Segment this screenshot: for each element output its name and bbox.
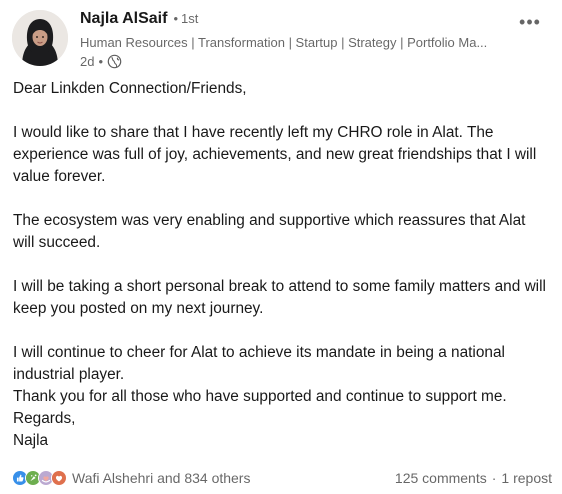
post-time: 2d xyxy=(80,54,95,69)
connection-degree-label: 1st xyxy=(181,11,199,26)
reposts-count-link[interactable]: 1 repost xyxy=(501,470,552,486)
post-closing: Regards, xyxy=(13,410,76,427)
post-header: Najla AlSaif • 1st Human Resources | Tran… xyxy=(12,10,552,70)
post-paragraph-3: I will be taking a short personal break … xyxy=(13,278,546,317)
ellipsis-icon: ••• xyxy=(519,12,541,32)
post-paragraph-4-line-2: Thank you for all those who have support… xyxy=(13,388,507,405)
globe-icon xyxy=(107,54,122,69)
post-signature: Najla xyxy=(13,432,49,449)
post-paragraph-4-line-1: I will continue to cheer for Alat to ach… xyxy=(13,344,505,383)
author-name[interactable]: Najla AlSaif xyxy=(80,10,167,28)
social-counts: Wafi Alshehri and 834 others 125 comment… xyxy=(12,466,552,490)
connection-degree: • 1st xyxy=(173,11,199,26)
post-text: Dear Linkden Connection/Friends, I would… xyxy=(13,78,548,452)
comments-count-link[interactable]: 125 comments xyxy=(395,470,487,486)
author-meta: Najla AlSaif • 1st Human Resources | Tran… xyxy=(80,10,520,70)
author-avatar[interactable] xyxy=(12,10,68,66)
avatar-image xyxy=(12,10,68,66)
engagement-stats: 125 comments · 1 repost xyxy=(395,470,552,486)
post-paragraph-2: The ecosystem was very enabling and supp… xyxy=(13,212,526,251)
more-options-button[interactable]: ••• xyxy=(514,10,546,34)
name-row: Najla AlSaif • 1st xyxy=(80,10,520,32)
post-timestamp-row: 2d • xyxy=(80,53,520,70)
reactions-summary[interactable]: Wafi Alshehri and 834 others xyxy=(12,470,250,486)
author-headline: Human Resources | Transformation | Start… xyxy=(80,35,488,50)
reactions-label[interactable]: Wafi Alshehri and 834 others xyxy=(72,470,250,486)
separator-dot: • xyxy=(98,54,104,69)
separator-dot: · xyxy=(491,470,497,486)
post-paragraph-1: I would like to share that I have recent… xyxy=(13,124,537,185)
post-greeting: Dear Linkden Connection/Friends, xyxy=(13,80,247,97)
love-icon xyxy=(51,470,67,486)
